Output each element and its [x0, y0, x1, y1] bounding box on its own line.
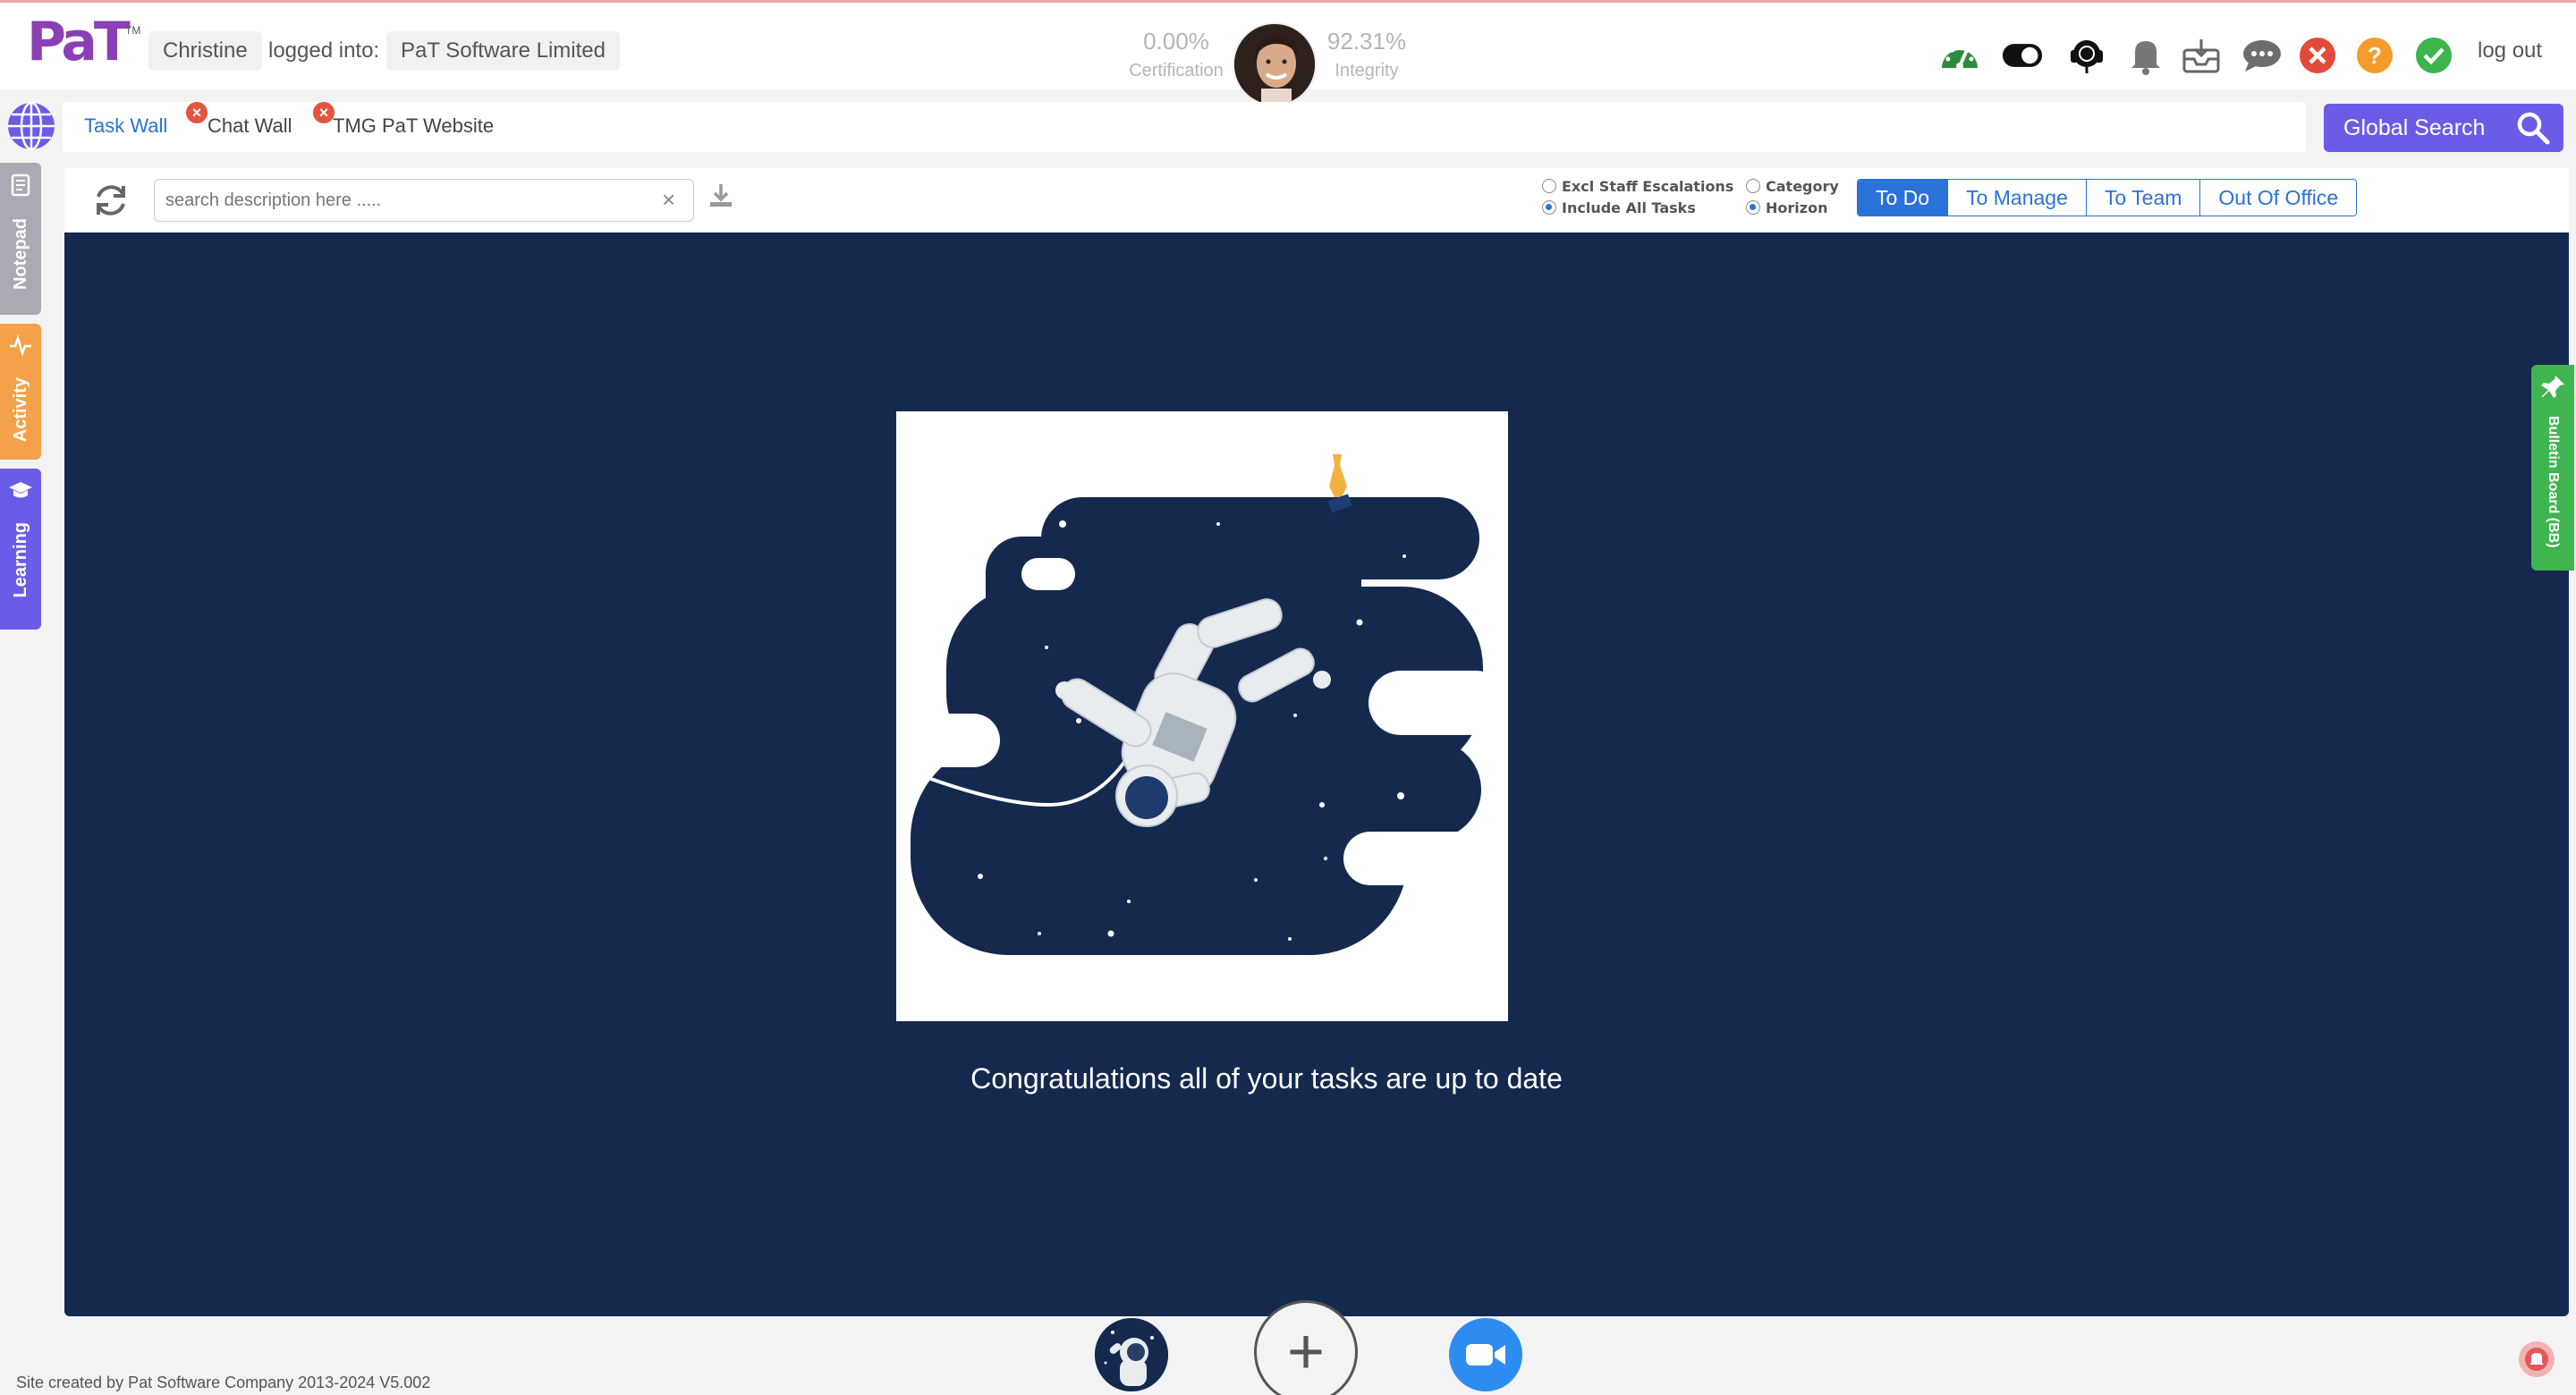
view-switcher: To Do To Manage To Team Out Of Office	[1857, 179, 2358, 216]
close-icon[interactable]: ×	[186, 102, 208, 123]
learning-label: Learning	[10, 522, 30, 598]
bell-icon[interactable]	[2125, 35, 2166, 76]
astronaut-avatar-button[interactable]	[1095, 1318, 1168, 1391]
certification-label: Certification	[1129, 61, 1224, 80]
learning-side-tab[interactable]: Learning	[0, 469, 41, 630]
bulletin-label: Bulletin Board (BB)	[2546, 416, 2561, 548]
tab-task-wall[interactable]: Task Wall	[84, 114, 167, 138]
bulletin-board-tab[interactable]: Bulletin Board (BB)	[2531, 365, 2574, 571]
company-name[interactable]: PaT Software Limited	[386, 31, 620, 71]
radio-label: Include All Tasks	[1562, 199, 1696, 216]
radio-button[interactable]	[1746, 200, 1760, 215]
activity-pulse-icon	[9, 334, 32, 361]
radio-button[interactable]	[1542, 200, 1556, 215]
astronaut-icon	[1095, 1318, 1168, 1391]
avatar[interactable]	[1233, 22, 1317, 106]
integrity-stat: 92.31% Integrity	[1313, 28, 1420, 81]
notepad-side-tab[interactable]: Notepad	[0, 163, 41, 315]
pin-icon	[2539, 374, 2566, 405]
global-search-button[interactable]: Global Search	[2324, 104, 2563, 152]
certification-stat: 0.00% Certification	[1118, 28, 1234, 81]
up-to-date-message: Congratulations all of your tasks are up…	[970, 1062, 1563, 1095]
inbox-icon[interactable]	[2181, 35, 2222, 76]
global-search-label: Global Search	[2343, 114, 2486, 140]
grouping-filter: Category Horizon	[1746, 175, 1839, 218]
tab-tmg-pat-website[interactable]: TMG PaT Website	[333, 114, 494, 138]
refresh-icon[interactable]	[91, 181, 131, 220]
radio-label: Category	[1766, 177, 1839, 195]
download-icon[interactable]	[707, 181, 735, 209]
tabs-bar: Task Wall × Chat Wall × TMG PaT Website	[0, 100, 2576, 154]
radio-category[interactable]: Category	[1746, 175, 1839, 197]
avatar-photo	[1234, 24, 1315, 105]
radio-excl-staff-escalations[interactable]: Excl Staff Escalations	[1542, 175, 1733, 197]
radio-label: Horizon	[1766, 199, 1828, 216]
logged-into-label: logged into:	[268, 38, 380, 63]
top-header: PaT TM Christine logged into: PaT Softwa…	[0, 0, 2576, 106]
activity-side-tab[interactable]: Activity	[0, 324, 41, 460]
radio-horizon[interactable]: Horizon	[1746, 197, 1839, 218]
astronaut-illustration	[896, 411, 1508, 1021]
speedometer-icon[interactable]	[1939, 35, 1980, 76]
notepad-label: Notepad	[10, 218, 30, 290]
close-icon[interactable]: ×	[313, 102, 335, 123]
video-call-button[interactable]	[1449, 1318, 1522, 1391]
pat-logo[interactable]: PaT TM	[27, 12, 152, 74]
chat-bubbles-icon[interactable]	[2241, 35, 2283, 76]
task-toolbar: × Excl Staff Escalations Include All Tas…	[64, 168, 2569, 232]
svg-text:?: ?	[2368, 42, 2382, 69]
footer-credit: Site created by Pat Software Company 201…	[16, 1374, 431, 1391]
alert-bell-icon	[2525, 1348, 2548, 1371]
globe-icon[interactable]	[5, 100, 57, 152]
video-camera-icon	[1466, 1344, 1505, 1365]
search-input[interactable]	[154, 179, 694, 222]
escalation-filter: Excl Staff Escalations Include All Tasks	[1542, 175, 1733, 218]
integrity-label: Integrity	[1335, 61, 1399, 80]
radio-button[interactable]	[1746, 179, 1760, 193]
add-task-button[interactable]: +	[1254, 1300, 1358, 1395]
plus-icon: +	[1286, 1316, 1326, 1388]
check-circle-icon[interactable]	[2413, 35, 2454, 76]
view-to-do[interactable]: To Do	[1858, 180, 1949, 216]
help-circle-icon[interactable]: ?	[2354, 35, 2395, 76]
tab-chat-wall[interactable]: Chat Wall	[208, 114, 292, 138]
radio-label: Excl Staff Escalations	[1562, 177, 1734, 195]
view-to-manage[interactable]: To Manage	[1948, 180, 2087, 216]
certification-value: 0.00%	[1143, 28, 1209, 55]
notification-alert-button[interactable]	[2519, 1341, 2555, 1377]
logo-trademark: TM	[125, 24, 141, 37]
logo-text: PaT	[27, 11, 131, 73]
view-out-of-office[interactable]: Out Of Office	[2200, 180, 2357, 216]
radio-include-all-tasks[interactable]: Include All Tasks	[1542, 197, 1733, 218]
user-name[interactable]: Christine	[148, 31, 262, 71]
activity-label: Activity	[10, 377, 30, 443]
task-wall-panel: Congratulations all of your tasks are up…	[64, 232, 2569, 1316]
search-icon	[2515, 110, 2551, 152]
radio-button[interactable]	[1542, 179, 1556, 193]
notepad-icon	[10, 173, 31, 202]
close-circle-icon[interactable]	[2297, 35, 2338, 76]
integrity-value: 92.31%	[1326, 28, 1407, 55]
toggle-icon[interactable]	[2002, 35, 2043, 76]
headset-icon[interactable]	[2066, 35, 2107, 76]
clear-search-icon[interactable]: ×	[662, 186, 675, 214]
logout-link[interactable]: log out	[2478, 38, 2542, 63]
view-to-team[interactable]: To Team	[2086, 180, 2201, 216]
graduation-cap-icon	[8, 479, 33, 506]
